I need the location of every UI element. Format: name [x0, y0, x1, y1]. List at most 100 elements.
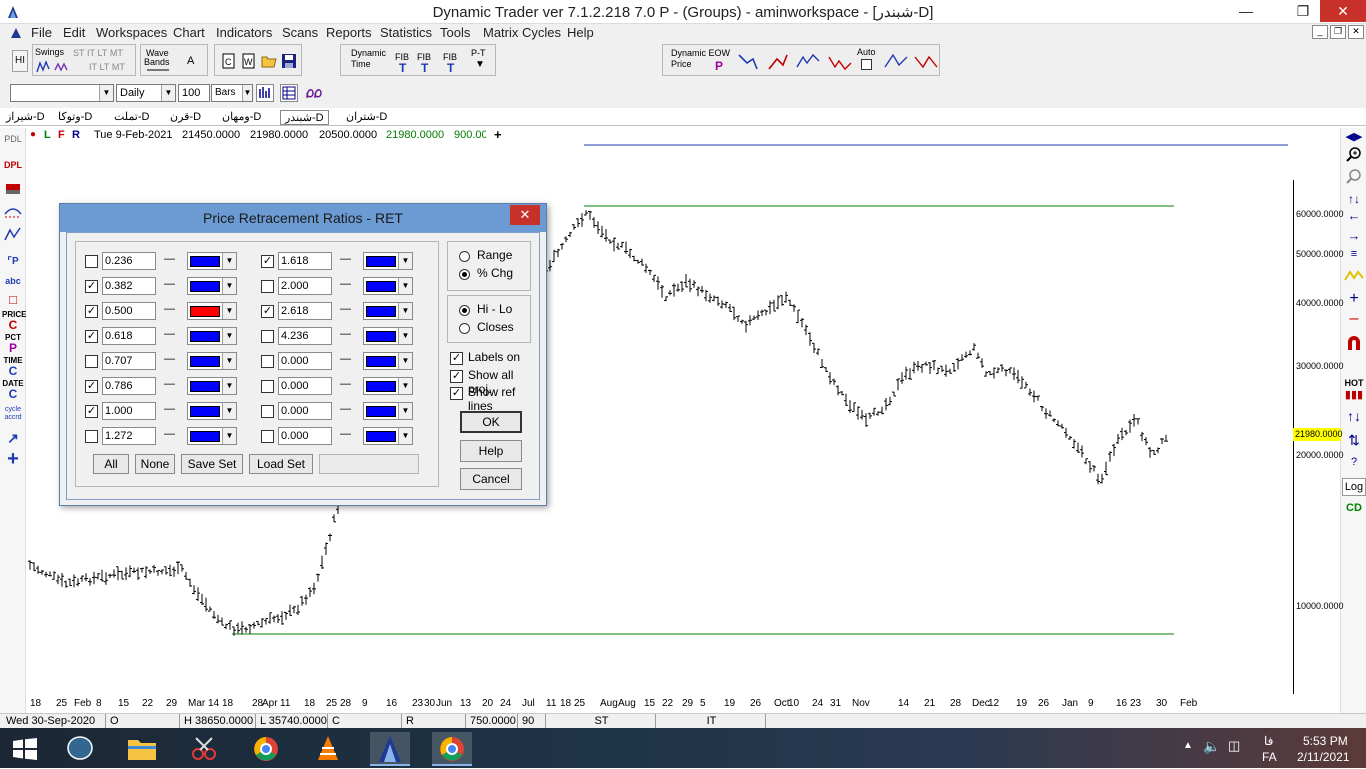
eow-up-arrow-icon[interactable] [767, 51, 789, 73]
right-ratio-checkbox-2[interactable]: ✓ [261, 305, 274, 318]
left-ratio-input-2[interactable]: 0.500 [102, 302, 156, 320]
tray-time[interactable]: 5:53 PM [1303, 734, 1348, 748]
fib-levels-icon[interactable]: ≡ [1342, 248, 1366, 260]
swing-it-2[interactable]: IT [89, 62, 97, 72]
p-pointer-tool[interactable]: ⌜P [2, 256, 24, 267]
menu-chart[interactable]: Chart [173, 25, 205, 40]
menu-workspaces[interactable]: Workspaces [96, 25, 167, 40]
tab-3[interactable]: قرن-D [166, 110, 205, 125]
up-down-arrows-icon[interactable]: ↑↓ [1342, 192, 1366, 206]
log-scale-button[interactable]: Log [1342, 478, 1366, 496]
bars-unit-combo[interactable]: Bars ▼ [211, 84, 253, 102]
left-ratio-color-select-2[interactable]: ▼ [187, 302, 237, 320]
yellow-wave-icon[interactable] [1344, 268, 1364, 284]
chevron-down-icon[interactable]: ▼ [222, 428, 236, 444]
taskbar-postgres[interactable] [60, 732, 100, 766]
plus-icon[interactable]: + [1342, 290, 1366, 308]
hot-button[interactable]: HOT [1342, 378, 1366, 388]
chevron-down-icon[interactable]: ▼ [222, 253, 236, 269]
left-ratio-input-0[interactable]: 0.236 [102, 252, 156, 270]
show-ref-lines-checkbox[interactable]: ✓ [450, 387, 463, 400]
right-ratio-color-select-7[interactable]: ▼ [363, 427, 413, 445]
bars-count-input[interactable]: 100 [178, 84, 210, 102]
chevron-down-icon[interactable]: ▼ [398, 253, 412, 269]
chevron-down-icon[interactable]: ▼ [398, 428, 412, 444]
tab-4[interactable]: ومهان-D [218, 110, 265, 125]
menu-help[interactable]: Help [567, 25, 594, 40]
right-ratio-checkbox-7[interactable] [261, 430, 274, 443]
chevron-down-icon[interactable]: ▼ [222, 353, 236, 369]
all-button[interactable]: All [93, 454, 129, 474]
eraser-icon[interactable] [3, 180, 23, 198]
range-radio[interactable] [459, 251, 470, 262]
right-ratio-input-5[interactable]: 0.000 [278, 377, 332, 395]
left-ratio-checkbox-2[interactable]: ✓ [85, 305, 98, 318]
chevron-down-icon[interactable]: ▼ [398, 303, 412, 319]
right-ratio-color-select-4[interactable]: ▼ [363, 352, 413, 370]
ok-button[interactable]: OK [460, 411, 522, 433]
wave-bands-label-2[interactable]: Bands [144, 58, 170, 67]
pt-dropdown-icon[interactable]: ▼ [475, 59, 485, 70]
quote-l-button[interactable]: L [44, 129, 51, 141]
tray-language-fa[interactable]: فا [1264, 734, 1273, 748]
taskbar-explorer[interactable] [122, 732, 162, 766]
swing-2-icon[interactable]: ⇅ [1342, 432, 1366, 449]
tab-0[interactable]: شيراز-D [2, 110, 49, 125]
left-ratio-color-select-1[interactable]: ▼ [187, 277, 237, 295]
pt-button[interactable]: P-T [471, 48, 486, 58]
eow-down-arrow-icon[interactable] [737, 51, 759, 73]
right-ratio-color-select-6[interactable]: ▼ [363, 402, 413, 420]
save-set-button[interactable]: Save Set [181, 454, 243, 474]
taskbar-snipping[interactable] [184, 732, 224, 766]
minimize-button[interactable]: — [1229, 0, 1263, 22]
eow-label-2[interactable]: Price [671, 60, 692, 69]
left-ratio-input-5[interactable]: 0.786 [102, 377, 156, 395]
show-all-proj-checkbox[interactable]: ✓ [450, 370, 463, 383]
chevron-down-icon[interactable]: ▼ [398, 278, 412, 294]
right-ratio-checkbox-5[interactable] [261, 380, 274, 393]
chevron-down-icon[interactable]: ▼ [99, 85, 113, 101]
right-ratio-input-4[interactable]: 0.000 [278, 352, 332, 370]
crosshair-tool-icon[interactable]: + [2, 448, 24, 471]
horizontal-scroll-icon[interactable]: ◀▶ [1342, 130, 1366, 143]
left-ratio-color-select-7[interactable]: ▼ [187, 427, 237, 445]
pdl-tool[interactable]: PDL [2, 134, 24, 144]
help-button[interactable]: Help [460, 440, 522, 462]
auto-checkbox[interactable] [861, 59, 872, 70]
right-ratio-input-3[interactable]: 4.236 [278, 327, 332, 345]
a-button[interactable]: A [187, 55, 194, 67]
right-ratio-input-6[interactable]: 0.000 [278, 402, 332, 420]
swing-st[interactable]: ST [73, 48, 85, 58]
dpl-tool[interactable]: DPL [2, 160, 24, 170]
right-ratio-color-select-2[interactable]: ▼ [363, 302, 413, 320]
right-ratio-input-2[interactable]: 2.618 [278, 302, 332, 320]
eow-down-wave-icon[interactable] [827, 51, 853, 73]
volume-icon[interactable]: 🔈 [1203, 738, 1220, 755]
menu-edit[interactable]: Edit [63, 25, 85, 40]
chevron-down-icon[interactable]: ▼ [242, 85, 252, 101]
chevron-down-icon[interactable]: ▼ [398, 353, 412, 369]
data-table-icon[interactable] [280, 84, 298, 102]
eow-cross-up-icon[interactable] [883, 51, 909, 73]
swing-help-icon[interactable]: ? [1342, 456, 1366, 468]
cd-button[interactable]: CD [1342, 500, 1366, 518]
eow-up-wave-icon[interactable] [795, 51, 821, 73]
pct-chg-radio[interactable] [459, 269, 470, 280]
left-ratio-color-select-4[interactable]: ▼ [187, 352, 237, 370]
wave-link-icon[interactable] [304, 84, 324, 102]
right-ratio-color-select-1[interactable]: ▼ [363, 277, 413, 295]
load-set-button[interactable]: Load Set [249, 454, 313, 474]
left-ratio-input-6[interactable]: 1.000 [102, 402, 156, 420]
right-ratio-input-1[interactable]: 2.000 [278, 277, 332, 295]
tray-chevron-icon[interactable]: ▲ [1183, 740, 1193, 751]
eow-label-1[interactable]: Dynamic EOW [671, 49, 730, 58]
dialog-close-button[interactable]: ✕ [510, 205, 540, 225]
left-ratio-checkbox-6[interactable]: ✓ [85, 405, 98, 418]
tab-5-active[interactable]: شبندر-D [280, 110, 329, 125]
right-ratio-checkbox-3[interactable] [261, 330, 274, 343]
mdi-minimize-button[interactable]: _ [1312, 25, 1328, 39]
dynamic-time-label-2[interactable]: Time [351, 60, 371, 69]
chevron-down-icon[interactable]: ▼ [222, 328, 236, 344]
windows-start-icon[interactable] [12, 738, 38, 760]
swing-wave-icon[interactable] [54, 60, 68, 74]
